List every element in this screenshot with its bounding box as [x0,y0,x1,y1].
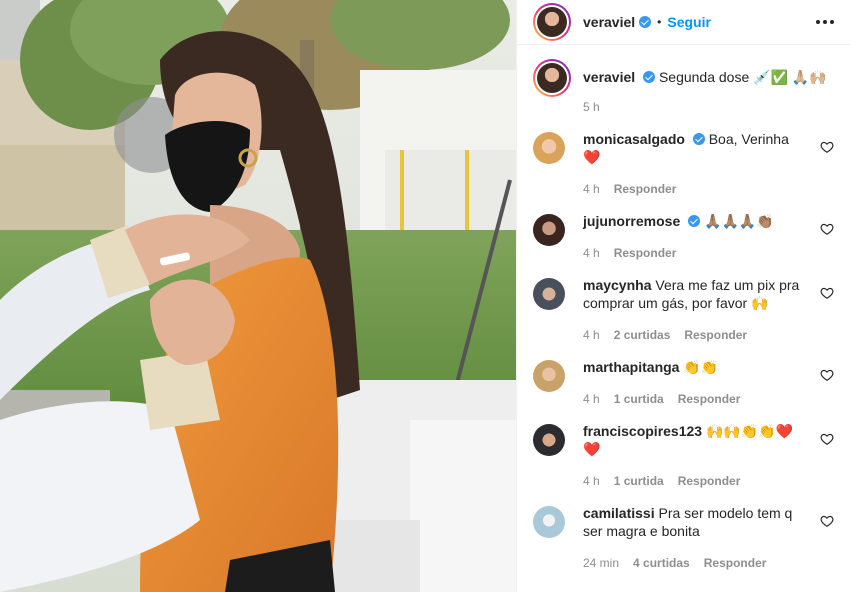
comment-meta: 4 h Responder [583,180,806,198]
separator-dot: • [657,15,662,29]
caption-time[interactable]: 5 h [583,100,600,114]
commenter-avatar[interactable] [533,424,565,456]
comment-meta: 4 h 1 curtida Responder [583,472,806,490]
post-caption: veraviel Segunda dose 💉✅ 🙏🏼🙌🏼 5 h [533,59,834,114]
comment-item: monicasalgado Boa, Verinha❤️ 4 h Respond… [533,130,834,198]
comments-list: veraviel Segunda dose 💉✅ 🙏🏼🙌🏼 5 h monica… [517,45,850,572]
comment-time[interactable]: 24 min [583,554,619,572]
comment-time[interactable]: 4 h [583,326,600,344]
comment-likes[interactable]: 1 curtida [614,390,664,408]
caption-avatar[interactable] [533,59,571,97]
reply-button[interactable]: Responder [704,554,767,572]
heart-icon[interactable] [820,368,834,382]
comment-username[interactable]: marthapitanga [583,359,679,375]
caption-text: Segunda dose 💉✅ 🙏🏼🙌🏼 [658,69,827,85]
comment-likes[interactable]: 2 curtidas [614,326,671,344]
comment-text: 👏👏 [683,359,719,375]
comment-item: camilatissi Pra ser modelo tem q ser mag… [533,504,834,572]
commenter-avatar[interactable] [533,214,565,246]
comment-item: maycynha Vera me faz um pix pra comprar … [533,276,834,344]
reply-button[interactable]: Responder [678,390,741,408]
commenter-avatar[interactable] [533,360,565,392]
comment-likes[interactable]: 1 curtida [614,472,664,490]
heart-icon[interactable] [820,140,834,154]
verified-badge-icon [639,16,652,28]
heart-icon[interactable] [820,286,834,300]
vaccination-photo [0,0,516,592]
verified-badge-icon [643,71,656,83]
comment-meta: 24 min 4 curtidas Responder [583,554,806,572]
comment-username[interactable]: jujunorremose [583,213,680,229]
comment-meta: 4 h 2 curtidas Responder [583,326,806,344]
comment-username[interactable]: camilatissi [583,505,655,521]
more-options-icon[interactable] [816,14,834,30]
reply-button[interactable]: Responder [614,180,677,198]
caption-meta: 5 h [583,100,827,114]
author-avatar[interactable] [533,3,571,41]
comment-time[interactable]: 4 h [583,390,600,408]
comment-item: marthapitanga 👏👏 4 h 1 curtida Responder [533,358,834,408]
commenter-avatar[interactable] [533,278,565,310]
post-photo[interactable] [0,0,516,592]
comment-likes[interactable]: 4 curtidas [633,554,690,572]
verified-badge-icon [688,215,701,227]
comment-username[interactable]: franciscopires123 [583,423,702,439]
follow-button[interactable]: Seguir [667,14,711,30]
comment-username[interactable]: maycynha [583,277,651,293]
comment-item: jujunorremose 🙏🏽🙏🏽🙏🏽👏🏽 4 h Responder [533,212,834,262]
heart-icon[interactable] [820,222,834,236]
heart-icon[interactable] [820,514,834,528]
comment-meta: 4 h 1 curtida Responder [583,390,806,408]
comment-username[interactable]: monicasalgado [583,131,685,147]
comment-time[interactable]: 4 h [583,244,600,262]
author-username[interactable]: veraviel [583,14,635,30]
reply-button[interactable]: Responder [614,244,677,262]
commenter-avatar[interactable] [533,132,565,164]
comment-time[interactable]: 4 h [583,472,600,490]
verified-badge-icon [692,133,705,145]
comment-time[interactable]: 4 h [583,180,600,198]
post-header: veraviel • Seguir [517,0,850,45]
caption-username[interactable]: veraviel [583,69,635,85]
reply-button[interactable]: Responder [684,326,747,344]
comment-meta: 4 h Responder [583,244,806,262]
reply-button[interactable]: Responder [678,472,741,490]
post-side-panel: veraviel • Seguir veraviel Segunda dose … [516,0,850,592]
heart-icon[interactable] [820,432,834,446]
comment-text: 🙏🏽🙏🏽🙏🏽👏🏽 [704,213,774,229]
commenter-avatar[interactable] [533,506,565,538]
comment-item: franciscopires123 🙌🙌👏👏❤️❤️ 4 h 1 curtida… [533,422,834,490]
